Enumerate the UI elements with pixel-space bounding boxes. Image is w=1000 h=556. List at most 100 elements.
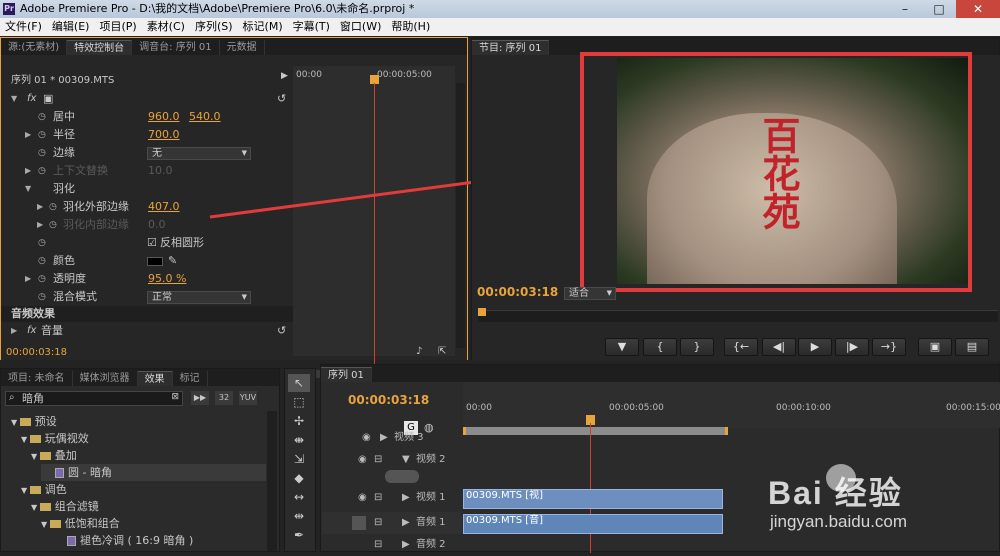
clear-search-icon[interactable]: ⊠	[171, 392, 179, 402]
extract-button[interactable]: ▤	[955, 338, 989, 356]
folder-icon	[29, 486, 41, 494]
fit-dropdown[interactable]: 适合 ▼	[564, 287, 616, 300]
tab-project[interactable]: 项目: 未命名	[1, 371, 73, 386]
go-to-out-button[interactable]: →}	[872, 338, 906, 356]
tree-item-cold-169[interactable]: 褪色冷调 ( 16:9 暗角 )	[67, 532, 193, 549]
selection-tool-icon[interactable]: ↖	[288, 374, 310, 392]
close-button[interactable]: ✕	[956, 0, 1000, 18]
menu-project[interactable]: 项目(P)	[94, 18, 141, 36]
tree-item-overlay[interactable]: ▼ 叠加	[31, 447, 77, 464]
effect-timecode: 00:00:03:18	[6, 347, 68, 358]
go-to-in-button[interactable]: {←	[724, 338, 758, 356]
stopwatch-icon[interactable]: ◷	[38, 144, 46, 162]
tab-markers[interactable]: 标记	[173, 371, 208, 386]
menu-edit[interactable]: 编辑(E)	[47, 18, 95, 36]
menu-sequence[interactable]: 序列(S)	[190, 18, 238, 36]
step-forward-button[interactable]: |▶	[835, 338, 869, 356]
blend-mode-dropdown[interactable]: 正常 ▼	[147, 291, 251, 304]
tree-item-low-sat[interactable]: ▼ 低饱和组合	[41, 515, 120, 532]
center-x-value[interactable]: 960.0	[148, 108, 180, 126]
tree-item-pupper[interactable]: ▼ 玩偶视效	[21, 430, 89, 447]
video-clip[interactable]: 00309.MTS [视]	[463, 489, 723, 509]
menu-title[interactable]: 字幕(T)	[288, 18, 335, 36]
eye-icon[interactable]: ◉	[358, 487, 367, 509]
tree-item-combo[interactable]: ▼ 组合滤镜	[31, 498, 99, 515]
stopwatch-icon[interactable]: ◷	[38, 108, 46, 126]
reset-icon[interactable]: ↺	[277, 90, 286, 108]
effect-ruler-start: 00:00	[296, 70, 322, 80]
slide-tool-icon[interactable]: ⇹	[288, 507, 310, 525]
tab-metadata[interactable]: 元数据	[220, 40, 265, 55]
accelerated-badge[interactable]: ▶▶	[191, 391, 209, 405]
razor-tool-icon[interactable]: ◆	[288, 469, 310, 487]
track-select-tool-icon[interactable]: ⬚	[288, 393, 310, 411]
lift-button[interactable]: ▣	[918, 338, 952, 356]
stopwatch-icon[interactable]: ◷	[38, 234, 46, 252]
tab-sequence[interactable]: 序列 01	[321, 367, 372, 382]
menu-help[interactable]: 帮助(H)	[386, 18, 435, 36]
effects-search-input[interactable]: 暗角	[22, 392, 44, 405]
center-y-value[interactable]: 540.0	[189, 108, 221, 126]
export-icon[interactable]: ⇱	[438, 346, 446, 357]
program-scrubber[interactable]	[478, 310, 998, 322]
maximize-button[interactable]: □	[922, 0, 956, 18]
step-back-button[interactable]: ◀|	[762, 338, 796, 356]
eyedropper-icon[interactable]: ✎	[168, 252, 177, 270]
tree-item-color[interactable]: ▼ 调色	[21, 481, 67, 498]
radius-value[interactable]: 700.0	[148, 126, 180, 144]
play-button[interactable]: ▶	[798, 338, 832, 356]
menu-marker[interactable]: 标记(M)	[238, 18, 288, 36]
feather-outer-value[interactable]: 407.0	[148, 198, 180, 216]
menu-file[interactable]: 文件(F)	[0, 18, 47, 36]
pen-tool-icon[interactable]: ✒	[288, 526, 310, 544]
rate-stretch-tool-icon[interactable]: ⇲	[288, 450, 310, 468]
tab-effect-controls[interactable]: 特效控制台	[67, 40, 133, 55]
yuv-badge[interactable]: YUV	[239, 391, 257, 405]
add-marker-button[interactable]: ▼	[605, 338, 639, 356]
opacity-value[interactable]: 95.0 %	[148, 270, 186, 288]
play-only-icon[interactable]: ▶	[281, 71, 288, 81]
32bit-badge[interactable]: 32	[215, 391, 233, 405]
tab-source[interactable]: 源:(无素材)	[1, 40, 68, 55]
stopwatch-icon[interactable]: ◷	[38, 288, 46, 306]
program-playhead[interactable]	[478, 308, 486, 316]
tab-effects[interactable]: 效果	[137, 371, 173, 386]
param-blend: ◷ 混合模式 正常 ▼	[1, 288, 291, 306]
timeline-ruler-15: 00:00:15:00	[946, 403, 1000, 413]
ripple-edit-tool-icon[interactable]: ✢	[288, 412, 310, 430]
reset-icon[interactable]: ↺	[277, 322, 286, 340]
loop-icon[interactable]: ♪	[416, 346, 422, 357]
track-video-3: ◉ ▶ 视频 3	[362, 432, 424, 443]
tab-program[interactable]: 节目: 序列 01	[472, 40, 550, 55]
edge-dropdown[interactable]: 无 ▼	[147, 147, 251, 160]
audio-clip[interactable]: 00309.MTS [音]	[463, 514, 723, 534]
effect-ruler-5s: 00:00:05:00	[377, 70, 432, 80]
eye-icon[interactable]: ◉	[358, 449, 367, 471]
stopwatch-icon[interactable]: ◷	[38, 126, 46, 144]
stopwatch-icon[interactable]: ◷	[49, 198, 57, 216]
tab-media-browser[interactable]: 媒体浏览器	[73, 371, 138, 386]
keyframe-nav[interactable]	[385, 470, 419, 483]
stopwatch-icon[interactable]: ◷	[38, 252, 46, 270]
minimize-button[interactable]: –	[888, 0, 922, 18]
tree-item-presets[interactable]: ▼ 预设	[11, 413, 57, 430]
tree-item-circle-vignette[interactable]: 圆 - 暗角	[41, 464, 266, 481]
tab-audio-mixer[interactable]: 调音台: 序列 01	[132, 40, 220, 55]
mark-out-button[interactable]: }	[680, 338, 714, 356]
track-audio-1: ⊟ ▶ 音频 1	[322, 512, 462, 534]
param-color: ◷ 颜色 ✎	[1, 252, 291, 270]
effects-scrollbar[interactable]	[267, 411, 277, 551]
stopwatch-icon[interactable]: ◷	[38, 270, 46, 288]
track-video-1: ◉ ⊟ ▶ 视频 1	[322, 487, 462, 509]
timeline-timecode: 00:00:03:18	[348, 393, 430, 407]
invert-checkbox[interactable]: ☑	[147, 234, 157, 252]
speaker-icon[interactable]	[352, 516, 366, 530]
color-swatch[interactable]	[147, 257, 163, 266]
menu-clip[interactable]: 素材(C)	[142, 18, 190, 36]
slip-tool-icon[interactable]: ↔	[288, 488, 310, 506]
menu-window[interactable]: 窗口(W)	[335, 18, 386, 36]
param-center: ◷ 居中 960.0 540.0	[1, 108, 291, 126]
mark-in-button[interactable]: {	[643, 338, 677, 356]
rolling-edit-tool-icon[interactable]: ⇼	[288, 431, 310, 449]
work-area-bar[interactable]	[463, 427, 728, 435]
